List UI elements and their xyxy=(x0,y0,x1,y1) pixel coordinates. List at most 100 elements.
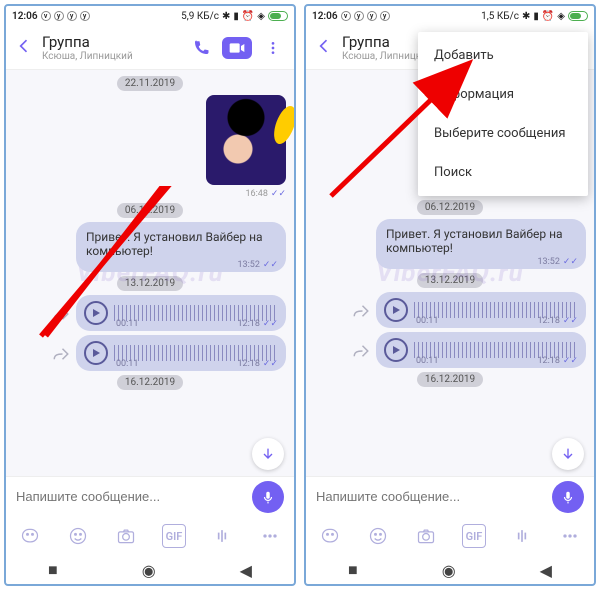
nav-back-icon[interactable]: ◀ xyxy=(540,561,552,580)
status-app-icon: v xyxy=(341,11,351,21)
nav-home-icon[interactable]: ◉ xyxy=(442,561,456,580)
gif-picker-icon[interactable]: GIF xyxy=(462,524,486,548)
scroll-down-button[interactable] xyxy=(252,438,284,470)
voice-message[interactable]: 00:11 12:18 ✓✓ xyxy=(76,295,286,331)
input-row xyxy=(6,476,294,516)
status-time: 12:06 xyxy=(12,11,38,22)
voice-duration: 00:11 xyxy=(416,316,438,326)
voice-duration: 00:11 xyxy=(416,356,438,366)
sticker-picker-icon[interactable] xyxy=(318,524,342,548)
status-app-icon: y xyxy=(67,11,77,21)
nav-recent-icon[interactable]: ■ xyxy=(348,560,358,580)
voice-message[interactable]: 00:11 12:18 ✓✓ xyxy=(76,335,286,371)
status-app-icon: y xyxy=(367,11,377,21)
forward-icon[interactable] xyxy=(352,342,370,364)
status-app-icon: y xyxy=(380,11,390,21)
emoji-picker-icon[interactable] xyxy=(66,524,90,548)
emoji-picker-icon[interactable] xyxy=(366,524,390,548)
forward-icon[interactable] xyxy=(352,302,370,324)
battery-icon xyxy=(568,11,588,21)
bluetooth-icon: ✱ xyxy=(522,11,530,22)
status-bar: 12:06 v y y y 1,5 КБ/с ✱ ▮ ⏰ ◈ xyxy=(306,6,594,26)
text-message[interactable]: Привет. Я установил Вайбер на компьютер!… xyxy=(76,222,286,272)
menu-item-info[interactable]: Информация xyxy=(418,75,588,114)
menu-item-search[interactable]: Поиск xyxy=(418,153,588,192)
menu-item-add[interactable]: Добавить xyxy=(418,36,588,75)
status-time: 12:06 xyxy=(312,11,338,22)
tool-row: GIF xyxy=(306,516,594,556)
msg-time: 12:18 xyxy=(537,316,559,326)
mic-button[interactable] xyxy=(552,481,584,513)
back-button[interactable] xyxy=(314,36,334,60)
voice-duration: 00:11 xyxy=(116,319,138,329)
status-app-icon: y xyxy=(80,11,90,21)
phone-right: 12:06 v y y y 1,5 КБ/с ✱ ▮ ⏰ ◈ Группа Кс… xyxy=(304,4,596,586)
voice-wave-icon[interactable] xyxy=(210,524,234,548)
status-app-icon: v xyxy=(41,11,51,21)
forward-icon[interactable] xyxy=(52,345,70,367)
msg-time: 12:18 xyxy=(537,356,559,366)
signal-icon: ▮ xyxy=(533,11,539,22)
sticker-message[interactable] xyxy=(206,95,286,185)
msg-time: 16:48 xyxy=(245,189,267,199)
nav-home-icon[interactable]: ◉ xyxy=(142,561,156,580)
menu-item-select[interactable]: Выберите сообщения xyxy=(418,114,588,153)
video-call-button[interactable] xyxy=(222,37,252,59)
back-button[interactable] xyxy=(14,36,34,60)
scroll-down-button[interactable] xyxy=(552,438,584,470)
date-chip: 16.12.2019 xyxy=(117,375,183,390)
camera-icon[interactable] xyxy=(114,524,138,548)
status-rate: 1,5 КБ/с xyxy=(481,11,519,22)
wifi-icon: ◈ xyxy=(257,11,265,22)
status-app-icon: y xyxy=(54,11,64,21)
date-chip: 22.11.2019 xyxy=(117,76,183,91)
voice-wave-icon[interactable] xyxy=(510,524,534,548)
msg-time: 12:18 xyxy=(237,319,259,329)
alarm-icon: ⏰ xyxy=(242,11,254,22)
nav-back-icon[interactable]: ◀ xyxy=(240,561,252,580)
bluetooth-icon: ✱ xyxy=(222,11,230,22)
chat-body[interactable]: ViberFAQ.ru 22.11.2019 16:48 ✓✓ 06.12.20… xyxy=(6,70,294,476)
sticker-picker-icon[interactable] xyxy=(18,524,42,548)
battery-icon xyxy=(268,11,288,21)
tool-row: GIF xyxy=(6,516,294,556)
chat-header: Группа Ксюша, Липницкий xyxy=(6,26,294,70)
msg-text: Привет. Я установил Вайбер на компьютер! xyxy=(86,230,263,258)
play-button[interactable] xyxy=(84,301,108,325)
date-chip: 06.12.2019 xyxy=(117,203,183,218)
call-button[interactable] xyxy=(188,35,214,61)
overflow-menu: Добавить Информация Выберите сообщения П… xyxy=(418,32,588,196)
nav-recent-icon[interactable]: ■ xyxy=(48,560,58,580)
alarm-icon: ⏰ xyxy=(542,11,554,22)
status-bar: 12:06 v y y y 5,9 КБ/с ✱ ▮ ⏰ ◈ xyxy=(6,6,294,26)
text-message[interactable]: Привет. Я установил Вайбер на компьютер!… xyxy=(376,219,586,269)
read-checks-icon: ✓✓ xyxy=(263,319,278,329)
date-chip: 16.12.2019 xyxy=(417,372,483,387)
msg-text: Привет. Я установил Вайбер на компьютер! xyxy=(386,227,563,255)
camera-icon[interactable] xyxy=(414,524,438,548)
more-tools-icon[interactable] xyxy=(258,524,282,548)
forward-icon[interactable] xyxy=(52,305,70,327)
gif-picker-icon[interactable]: GIF xyxy=(162,524,186,548)
play-button[interactable] xyxy=(384,338,408,362)
message-input[interactable] xyxy=(16,489,244,504)
more-button[interactable] xyxy=(260,35,286,61)
chat-subtitle: Ксюша, Липницкий xyxy=(42,51,180,62)
read-checks-icon: ✓✓ xyxy=(263,260,278,270)
more-tools-icon[interactable] xyxy=(558,524,582,548)
chat-title: Группа xyxy=(42,33,180,51)
signal-icon: ▮ xyxy=(233,11,239,22)
voice-duration: 00:11 xyxy=(116,359,138,369)
phone-left: 12:06 v y y y 5,9 КБ/с ✱ ▮ ⏰ ◈ Группа Кс… xyxy=(4,4,296,586)
play-button[interactable] xyxy=(84,341,108,365)
message-input[interactable] xyxy=(316,489,544,504)
play-button[interactable] xyxy=(384,298,408,322)
voice-message[interactable]: 00:11 12:18 ✓✓ xyxy=(376,332,586,368)
read-checks-icon: ✓✓ xyxy=(563,356,578,366)
android-nav: ■ ◉ ◀ xyxy=(306,556,594,584)
read-checks-icon: ✓✓ xyxy=(563,257,578,267)
msg-time: 12:18 xyxy=(237,359,259,369)
voice-message[interactable]: 00:11 12:18✓✓ xyxy=(376,292,586,328)
mic-button[interactable] xyxy=(252,481,284,513)
read-checks-icon: ✓✓ xyxy=(263,359,278,369)
